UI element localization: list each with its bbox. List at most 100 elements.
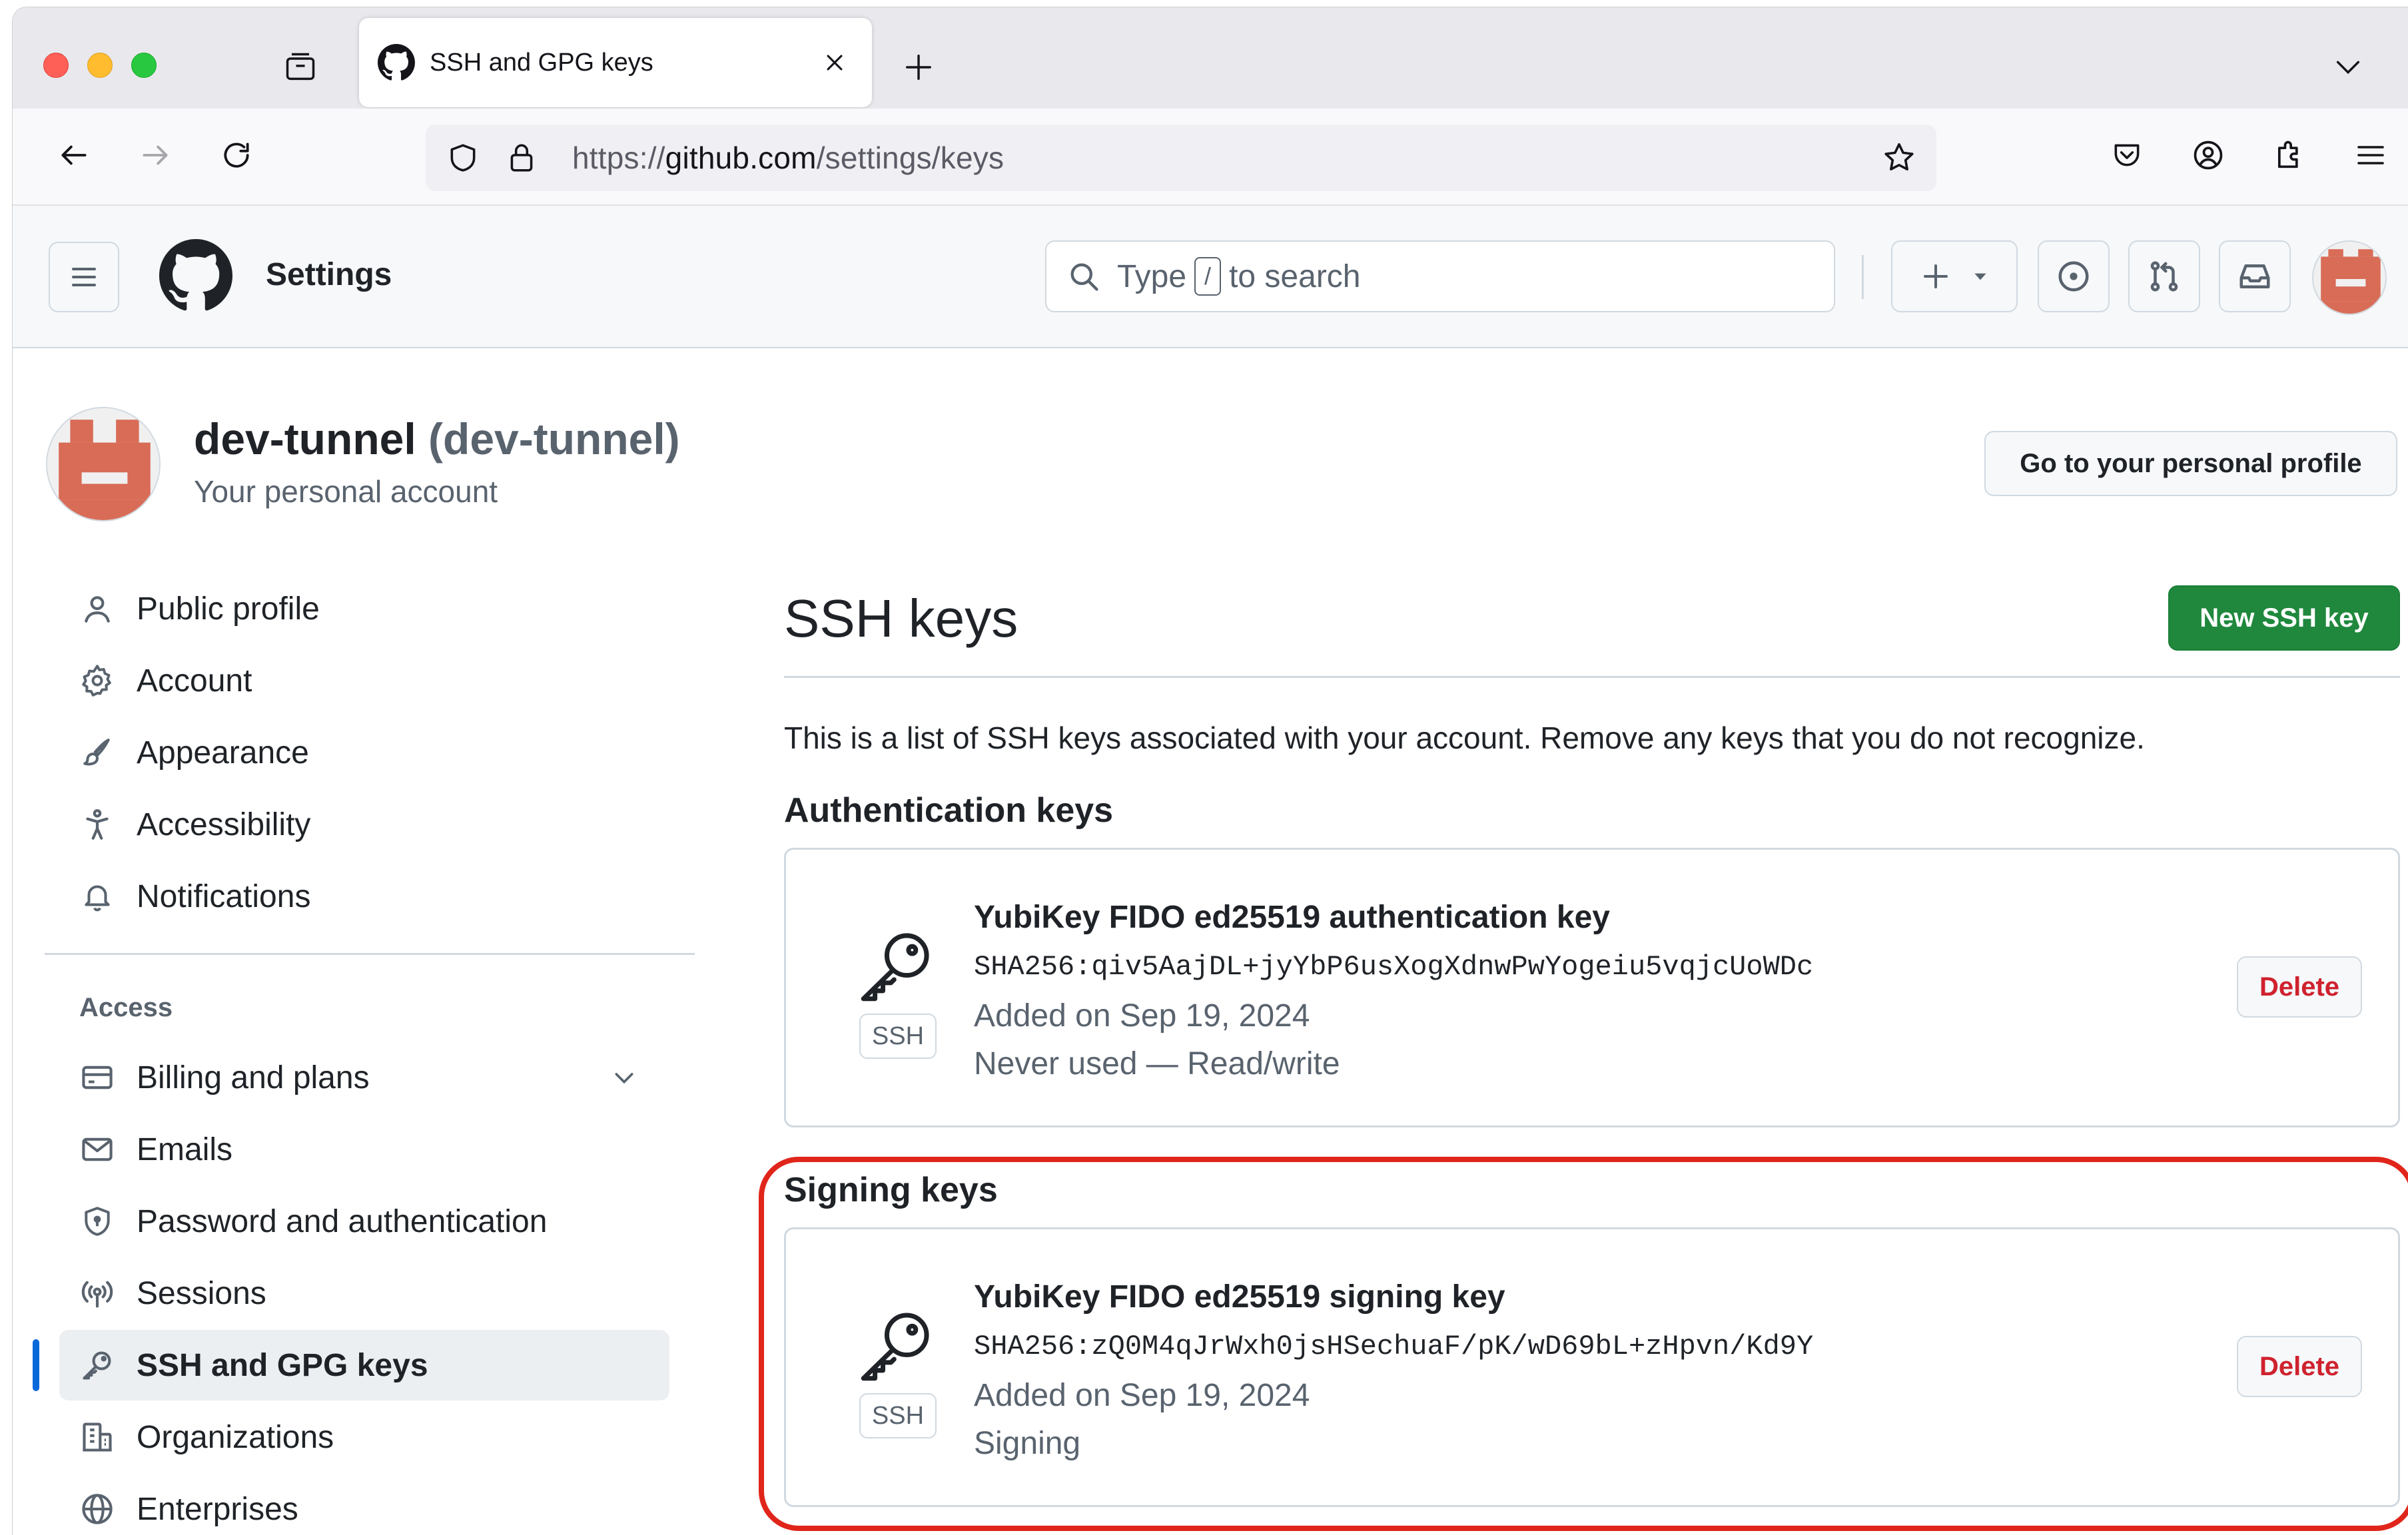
reload-icon[interactable] bbox=[210, 129, 263, 182]
key-usage: Never used — Read/write bbox=[974, 1046, 1340, 1081]
signing-key-card: SSH YubiKey FIDO ed25519 signing key SHA… bbox=[784, 1227, 2400, 1507]
key-title: YubiKey FIDO ed25519 authentication key bbox=[974, 900, 1610, 935]
pull-requests-button[interactable] bbox=[2128, 240, 2200, 312]
key-usage: Signing bbox=[974, 1426, 1081, 1461]
chevron-down-icon[interactable] bbox=[2325, 45, 2371, 90]
signing-keys-heading: Signing keys bbox=[784, 1171, 998, 1209]
close-tab-icon[interactable] bbox=[816, 44, 853, 81]
context-title[interactable]: Settings bbox=[266, 256, 392, 293]
paintbrush-icon bbox=[78, 733, 117, 772]
search-suffix: to search bbox=[1229, 258, 1361, 294]
key-fingerprint: SHA256:qiv5AajDL+jyYbP6usXogXdnwPwYogeiu… bbox=[974, 951, 1814, 983]
intro-text: This is a list of SSH keys associated wi… bbox=[784, 721, 2145, 755]
key-icon bbox=[853, 1303, 939, 1389]
lock-icon[interactable] bbox=[500, 137, 543, 179]
zoom-window-button[interactable] bbox=[131, 53, 157, 78]
sidebar-item-notifications[interactable]: Notifications bbox=[59, 861, 669, 932]
header-divider bbox=[1862, 255, 1864, 299]
sidebar-item-emails[interactable]: Emails bbox=[59, 1114, 669, 1185]
bookmark-star-icon[interactable] bbox=[1878, 137, 1920, 179]
forward-arrow-icon[interactable] bbox=[129, 129, 182, 182]
url-path: /settings/keys bbox=[816, 141, 1004, 175]
address-bar[interactable]: https://github.com/settings/keys bbox=[426, 125, 1936, 191]
issues-button[interactable] bbox=[2038, 240, 2110, 312]
globe-icon bbox=[78, 1490, 117, 1528]
sidebar-item-label: Appearance bbox=[137, 735, 309, 770]
inbox-button[interactable] bbox=[2219, 240, 2291, 312]
broadcast-icon bbox=[78, 1274, 117, 1313]
extensions-puzzle-icon[interactable] bbox=[2263, 129, 2316, 182]
sidebar-item-account[interactable]: Account bbox=[59, 645, 669, 716]
minimize-window-button[interactable] bbox=[87, 53, 113, 78]
sidebar-group-access: Access bbox=[79, 993, 173, 1022]
github-favicon-icon bbox=[378, 44, 415, 81]
sidebar-item-sessions[interactable]: Sessions bbox=[59, 1258, 669, 1329]
search-input[interactable]: Type / to search bbox=[1045, 240, 1835, 312]
sidebar-item-appearance[interactable]: Appearance bbox=[59, 717, 669, 788]
shield-lock-icon bbox=[78, 1202, 117, 1241]
key-fingerprint: SHA256:zQ0M4qJrWxh0jsHSechuaF/pK/wD69bL+… bbox=[974, 1331, 1814, 1363]
organization-icon bbox=[78, 1418, 117, 1456]
key-type-badge: SSH bbox=[859, 1393, 937, 1438]
back-arrow-icon[interactable] bbox=[47, 129, 101, 182]
sidebar-item-organizations[interactable]: Organizations bbox=[59, 1402, 669, 1472]
account-icon[interactable] bbox=[2182, 129, 2235, 182]
sidebar-item-label: Notifications bbox=[137, 878, 311, 914]
search-prefix: Type bbox=[1117, 258, 1187, 294]
search-shortcut-key: / bbox=[1194, 257, 1222, 296]
delete-key-button[interactable]: Delete bbox=[2237, 956, 2362, 1018]
url-text[interactable]: https://github.com/settings/keys bbox=[572, 140, 1878, 176]
user-display-name: dev-tunnel (dev-tunnel) bbox=[194, 414, 680, 464]
page-title: SSH keys bbox=[784, 589, 1018, 648]
create-new-button[interactable] bbox=[1891, 240, 2018, 312]
navigation-toolbar: https://github.com/settings/keys bbox=[13, 109, 2408, 206]
github-header: Settings Type / to search bbox=[13, 206, 2408, 348]
new-tab-icon[interactable] bbox=[896, 45, 941, 90]
caret-down-icon bbox=[1972, 268, 1989, 285]
delete-key-button[interactable]: Delete bbox=[2237, 1336, 2362, 1397]
github-logo-icon[interactable] bbox=[159, 239, 232, 312]
plus-icon bbox=[1920, 260, 1952, 292]
go-to-profile-button[interactable]: Go to your personal profile bbox=[1984, 431, 2397, 496]
tab-list-icon[interactable] bbox=[279, 46, 322, 89]
sidebar-item-label: Emails bbox=[137, 1131, 233, 1167]
sidebar-item-ssh-gpg-keys[interactable]: SSH and GPG keys bbox=[59, 1330, 669, 1400]
sidebar-item-label: Sessions bbox=[137, 1275, 266, 1311]
sidebar-item-password-authentication[interactable]: Password and authentication bbox=[59, 1186, 669, 1257]
pocket-icon[interactable] bbox=[2100, 129, 2154, 182]
git-pull-request-icon bbox=[2146, 258, 2182, 294]
tab-ssh-gpg-keys[interactable]: SSH and GPG keys bbox=[359, 18, 872, 107]
sidebar-item-label: Password and authentication bbox=[137, 1203, 548, 1239]
sidebar-item-accessibility[interactable]: Accessibility bbox=[59, 789, 669, 860]
key-type-badge: SSH bbox=[859, 1014, 937, 1059]
open-menu-button[interactable] bbox=[49, 242, 119, 312]
search-icon bbox=[1066, 259, 1101, 294]
authentication-keys-heading: Authentication keys bbox=[784, 791, 1114, 830]
sidebar-item-label: Billing and plans bbox=[137, 1060, 370, 1095]
hamburger-menu-icon[interactable] bbox=[2344, 129, 2397, 182]
bell-icon bbox=[78, 877, 117, 916]
key-title: YubiKey FIDO ed25519 signing key bbox=[974, 1279, 1505, 1315]
user-avatar-header[interactable] bbox=[2312, 240, 2387, 315]
sidebar-item-public-profile[interactable]: Public profile bbox=[59, 573, 669, 644]
person-icon bbox=[78, 589, 117, 628]
user-name-text: dev-tunnel bbox=[194, 414, 416, 463]
sidebar-item-label: Account bbox=[137, 663, 252, 699]
browser-window: SSH and GPG keys https://github.com/sett… bbox=[12, 7, 2408, 1535]
key-icon bbox=[78, 1346, 117, 1384]
sidebar-item-enterprises[interactable]: Enterprises bbox=[59, 1474, 669, 1535]
chevron-down-icon[interactable] bbox=[605, 1059, 643, 1096]
user-login-text: (dev-tunnel) bbox=[428, 414, 680, 463]
sidebar-item-label: Organizations bbox=[137, 1419, 334, 1455]
close-window-button[interactable] bbox=[43, 53, 69, 78]
sidebar-item-label: Accessibility bbox=[137, 806, 311, 842]
sidebar-item-label: SSH and GPG keys bbox=[137, 1347, 428, 1383]
user-avatar[interactable] bbox=[46, 407, 161, 521]
tab-title: SSH and GPG keys bbox=[430, 48, 653, 77]
accessibility-icon bbox=[78, 805, 117, 844]
inbox-icon bbox=[2237, 258, 2273, 294]
sidebar-item-billing[interactable]: Billing and plans bbox=[59, 1042, 669, 1113]
url-scheme: https:// bbox=[572, 141, 665, 175]
new-ssh-key-button[interactable]: New SSH key bbox=[2168, 585, 2400, 651]
tracking-shield-icon[interactable] bbox=[442, 137, 484, 179]
